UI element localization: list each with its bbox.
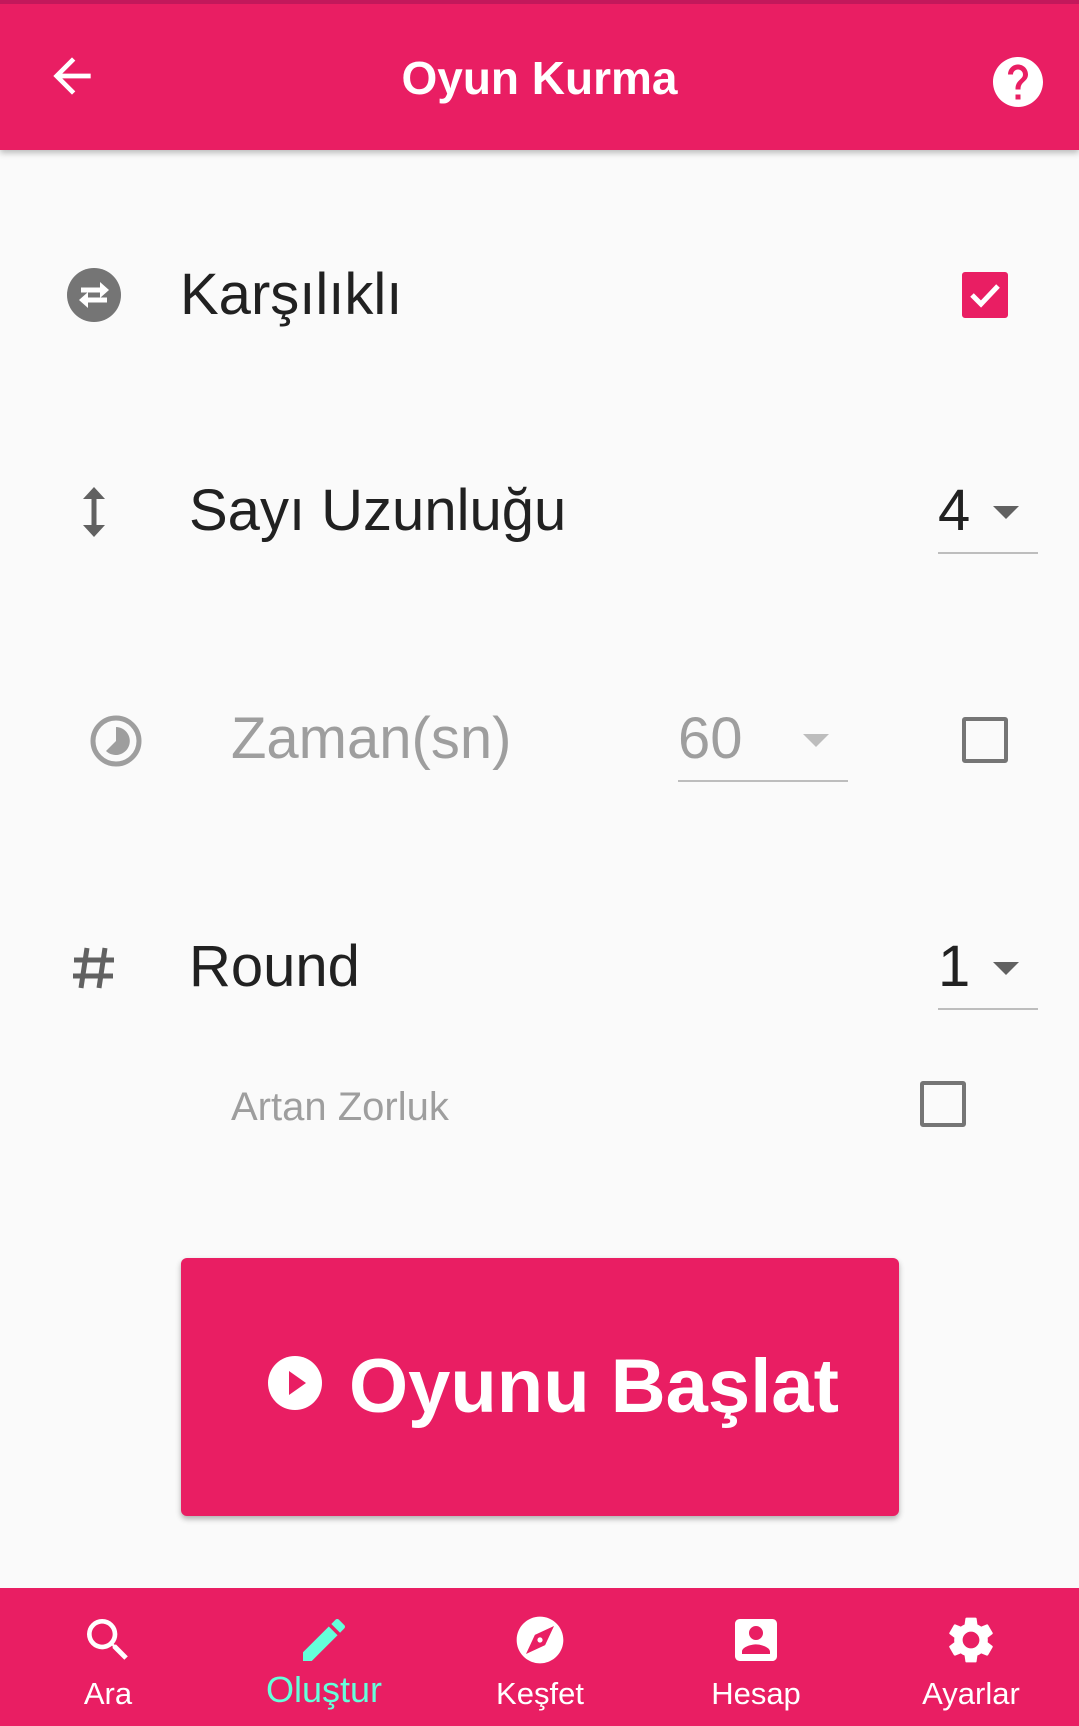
nav-item-create[interactable]: Oluştur bbox=[216, 1588, 432, 1726]
number-length-label: Sayı Uzunluğu bbox=[189, 478, 567, 543]
time-checkbox[interactable] bbox=[962, 717, 1008, 763]
start-game-button[interactable]: Oyunu Başlat bbox=[181, 1258, 899, 1516]
nav-item-search[interactable]: Ara bbox=[0, 1588, 216, 1726]
timelapse-icon bbox=[90, 715, 142, 767]
gear-icon bbox=[949, 1617, 993, 1663]
nav-label: Hesap bbox=[711, 1676, 801, 1711]
nav-label: Keşfet bbox=[496, 1676, 584, 1711]
compass-icon bbox=[516, 1616, 564, 1664]
chevron-down-icon bbox=[993, 506, 1019, 519]
play-circle-icon bbox=[268, 1356, 322, 1410]
round-value: 1 bbox=[938, 934, 971, 999]
increasing-difficulty-checkbox[interactable] bbox=[920, 1081, 966, 1127]
swap-horizontal-circle-icon bbox=[67, 268, 121, 322]
round-dropdown[interactable]: 1 bbox=[938, 932, 1038, 1010]
nav-item-settings[interactable]: Ayarlar bbox=[863, 1588, 1079, 1726]
app-bar: Oyun Kurma bbox=[0, 0, 1079, 150]
time-dropdown[interactable]: 60 bbox=[678, 704, 848, 782]
bottom-navigation: Ara Oluştur Keşfet Hesap Ayarlar bbox=[0, 1588, 1079, 1726]
time-value: 60 bbox=[678, 706, 743, 771]
hash-icon bbox=[73, 947, 114, 989]
help-button[interactable] bbox=[988, 52, 1044, 108]
round-label: Round bbox=[189, 934, 360, 999]
chevron-down-icon bbox=[803, 734, 829, 747]
start-game-label: Oyunu Başlat bbox=[349, 1344, 839, 1429]
nav-item-explore[interactable]: Keşfet bbox=[432, 1588, 648, 1726]
mutual-label: Karşılıklı bbox=[180, 262, 403, 327]
nav-item-account[interactable]: Hesap bbox=[648, 1588, 864, 1726]
mutual-checkbox[interactable] bbox=[962, 272, 1008, 318]
number-length-dropdown[interactable]: 4 bbox=[938, 476, 1038, 554]
search-icon bbox=[87, 1619, 128, 1660]
vertical-arrows-icon bbox=[83, 487, 105, 537]
number-length-value: 4 bbox=[938, 478, 971, 543]
nav-label: Ara bbox=[83, 1676, 133, 1711]
check-icon bbox=[970, 284, 1000, 308]
time-label: Zaman(sn) bbox=[231, 706, 512, 771]
chevron-down-icon bbox=[993, 962, 1019, 975]
increasing-difficulty-label: Artan Zorluk bbox=[231, 1085, 449, 1129]
account-box-icon bbox=[735, 1619, 777, 1661]
help-circle-icon bbox=[993, 57, 1043, 107]
page-title: Oyun Kurma bbox=[401, 52, 678, 104]
pencil-icon bbox=[303, 1618, 346, 1661]
nav-label: Oluştur bbox=[265, 1669, 383, 1710]
nav-label: Ayarlar bbox=[922, 1676, 1020, 1711]
